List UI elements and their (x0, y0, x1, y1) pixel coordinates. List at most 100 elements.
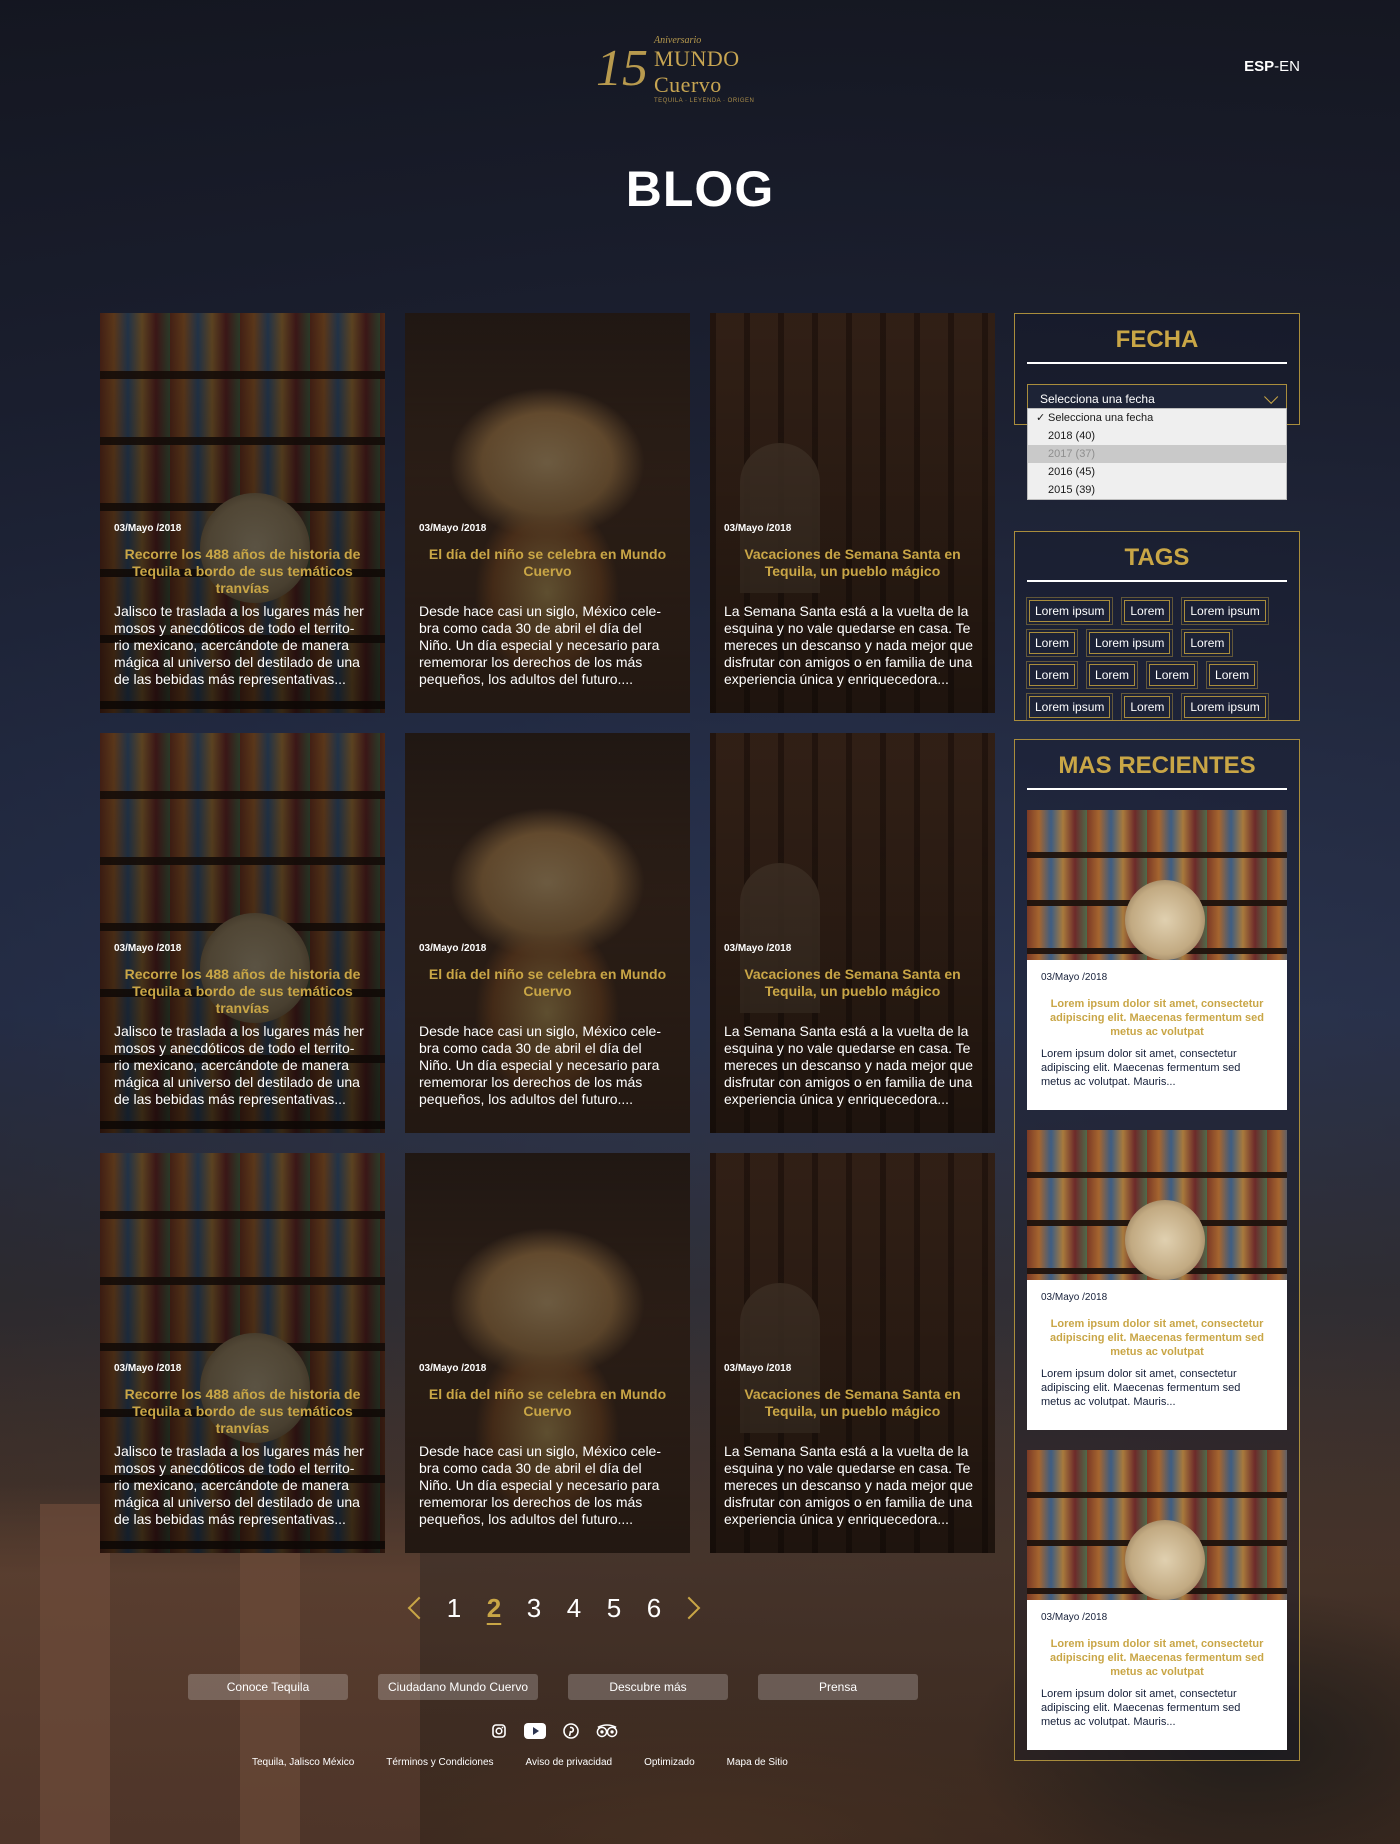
logo-text: Aniversario MUNDO Cuervo TEQUILA · LEYEN… (654, 35, 806, 104)
tag-chip[interactable]: Lorem (1086, 661, 1139, 689)
page-link[interactable]: 6 (634, 1593, 674, 1624)
card-title[interactable]: Vacaciones de Semana Santa en Tequila, u… (724, 546, 981, 597)
conoce-tequila-button[interactable]: Conoce Tequila (188, 1674, 348, 1700)
tag-chip[interactable]: Lorem ipsum (1025, 693, 1114, 721)
recent-posts-panel: MAS RECIENTES 03/Mayo /2018 Lorem ipsum … (1014, 739, 1300, 1761)
blog-card[interactable]: 03/Mayo /2018 El día del niño se celebra… (405, 313, 690, 713)
card-excerpt: Jalisco te traslada a los lugares más he… (114, 1023, 364, 1107)
tag-chip[interactable]: Lorem (1146, 661, 1199, 689)
footer-link-optimized[interactable]: Optimizado (644, 1757, 695, 1768)
logo-brand: MUNDO Cuervo (654, 45, 740, 97)
recent-post[interactable]: 03/Mayo /2018 Lorem ipsum dolor sit amet… (1027, 810, 1287, 1110)
social-links (488, 1720, 618, 1742)
recent-post[interactable]: 03/Mayo /2018 Lorem ipsum dolor sit amet… (1027, 1450, 1287, 1750)
card-title[interactable]: Recorre los 488 años de historia de Tequ… (114, 546, 371, 597)
blog-card-grid: 03/Mayo /2018 Recorre los 488 años de hi… (100, 313, 996, 1553)
page-title: BLOG (625, 161, 775, 217)
recent-heading: MAS RECIENTES (1027, 752, 1287, 790)
tag-chip[interactable]: Lorem (1121, 693, 1174, 721)
page-link[interactable]: 5 (594, 1593, 634, 1624)
recent-post-image (1027, 1450, 1287, 1600)
blog-card[interactable]: 03/Mayo /2018 Vacaciones de Semana Santa… (710, 1153, 995, 1553)
recent-post-excerpt: Lorem ipsum dolor sit amet, consectetur … (1041, 1688, 1241, 1728)
tags-panel: TAGS Lorem ipsum Lorem Lorem ipsum Lorem… (1014, 531, 1300, 721)
footer-links: Tequila, Jalisco México Términos y Condi… (252, 1757, 788, 1768)
tag-chip[interactable]: Lorem (1025, 629, 1079, 657)
date-option[interactable]: 2015 (39) (1028, 481, 1286, 499)
page-link-current[interactable]: 2 (474, 1593, 514, 1624)
logo-sub: TEQUILA · LEYENDA · ORIGEN (654, 97, 755, 104)
card-excerpt: La Semana Santa está a la vuelta de la e… (724, 1023, 974, 1107)
lang-en-link[interactable]: EN (1279, 58, 1300, 75)
tag-chip[interactable]: Lorem (1206, 661, 1259, 689)
pagination: 1 2 3 4 5 6 (404, 1588, 704, 1628)
blog-card[interactable]: 03/Mayo /2018 Vacaciones de Semana Santa… (710, 313, 995, 713)
recent-post-title[interactable]: Lorem ipsum dolor sit amet, consectetur … (1041, 1637, 1273, 1679)
card-excerpt: La Semana Santa está a la vuelta de la e… (724, 1443, 974, 1527)
lang-esp-link[interactable]: ESP (1244, 58, 1274, 75)
card-title[interactable]: El día del niño se celebra en Mundo Cuer… (419, 966, 676, 1017)
date-option[interactable]: Selecciona una fecha (1028, 409, 1286, 427)
card-title[interactable]: El día del niño se celebra en Mundo Cuer… (419, 546, 676, 597)
blog-card[interactable]: 03/Mayo /2018 El día del niño se celebra… (405, 733, 690, 1133)
recent-post-title[interactable]: Lorem ipsum dolor sit amet, consectetur … (1041, 1317, 1273, 1359)
page-link[interactable]: 4 (554, 1593, 594, 1624)
card-date: 03/Mayo /2018 (724, 1363, 792, 1374)
date-option[interactable]: 2016 (45) (1028, 463, 1286, 481)
card-date: 03/Mayo /2018 (114, 523, 182, 534)
footer-link-terms[interactable]: Términos y Condiciones (386, 1757, 493, 1768)
date-option[interactable]: 2017 (37) (1028, 445, 1286, 463)
recent-post-image (1027, 810, 1287, 960)
blog-card[interactable]: 03/Mayo /2018 El día del niño se celebra… (405, 1153, 690, 1553)
recent-post-date: 03/Mayo /2018 (1041, 1612, 1108, 1623)
footer-link-location[interactable]: Tequila, Jalisco México (252, 1757, 354, 1768)
blog-card[interactable]: 03/Mayo /2018 Recorre los 488 años de hi… (100, 1153, 385, 1553)
card-date: 03/Mayo /2018 (114, 1363, 182, 1374)
tag-chip[interactable]: Lorem ipsum (1086, 629, 1174, 657)
date-dropdown-menu: Selecciona una fecha 2018 (40) 2017 (37)… (1027, 408, 1287, 500)
card-date: 03/Mayo /2018 (419, 1363, 487, 1374)
brand-logo[interactable]: 15 Aniversario MUNDO Cuervo TEQUILA · LE… (596, 35, 806, 104)
card-title[interactable]: Recorre los 488 años de historia de Tequ… (114, 1386, 371, 1437)
footer-link-sitemap[interactable]: Mapa de Sitio (727, 1757, 788, 1768)
instagram-icon[interactable] (488, 1720, 510, 1742)
blog-card[interactable]: 03/Mayo /2018 Recorre los 488 años de hi… (100, 733, 385, 1133)
youtube-icon[interactable] (524, 1720, 546, 1742)
card-title[interactable]: Recorre los 488 años de historia de Tequ… (114, 966, 371, 1017)
chevron-down-icon (1264, 389, 1279, 404)
tag-chip[interactable]: Lorem ipsum (1181, 597, 1269, 625)
logo-numeral: 15 (596, 40, 648, 97)
card-excerpt: Jalisco te traslada a los lugares más he… (114, 603, 364, 687)
page-link[interactable]: 3 (514, 1593, 554, 1624)
ciudadano-button[interactable]: Ciudadano Mundo Cuervo (378, 1674, 538, 1700)
next-page-icon[interactable] (674, 1593, 704, 1623)
card-excerpt: Desde hace casi un siglo, México cele- b… (419, 1023, 662, 1107)
recent-post[interactable]: 03/Mayo /2018 Lorem ipsum dolor sit amet… (1027, 1130, 1287, 1430)
tag-chip[interactable]: Lorem (1181, 629, 1234, 657)
footer-buttons: Conoce Tequila Ciudadano Mundo Cuervo De… (188, 1674, 918, 1700)
tag-list: Lorem ipsum Lorem Lorem ipsum Lorem Lore… (1025, 597, 1287, 721)
fecha-heading: FECHA (1027, 326, 1287, 364)
prev-page-icon[interactable] (404, 1593, 434, 1623)
descubre-button[interactable]: Descubre más (568, 1674, 728, 1700)
blog-card[interactable]: 03/Mayo /2018 Recorre los 488 años de hi… (100, 313, 385, 713)
card-title[interactable]: Vacaciones de Semana Santa en Tequila, u… (724, 966, 981, 1017)
tag-chip[interactable]: Lorem ipsum (1025, 597, 1114, 625)
tags-heading: TAGS (1027, 544, 1287, 582)
card-date: 03/Mayo /2018 (724, 943, 792, 954)
tag-chip[interactable]: Lorem ipsum (1181, 693, 1269, 721)
blog-card[interactable]: 03/Mayo /2018 Vacaciones de Semana Santa… (710, 733, 995, 1133)
date-option[interactable]: 2018 (40) (1028, 427, 1286, 445)
tripadvisor-icon[interactable] (596, 1720, 618, 1742)
card-title[interactable]: Vacaciones de Semana Santa en Tequila, u… (724, 1386, 981, 1437)
tag-chip[interactable]: Lorem (1025, 661, 1079, 689)
language-switch: ESP-EN (1244, 58, 1300, 75)
footer-link-privacy[interactable]: Aviso de privacidad (526, 1757, 613, 1768)
card-title[interactable]: El día del niño se celebra en Mundo Cuer… (419, 1386, 676, 1437)
tag-chip[interactable]: Lorem (1121, 597, 1174, 625)
recent-post-title[interactable]: Lorem ipsum dolor sit amet, consectetur … (1041, 997, 1273, 1039)
prensa-button[interactable]: Prensa (758, 1674, 918, 1700)
pinterest-icon[interactable] (560, 1720, 582, 1742)
page-link[interactable]: 1 (434, 1593, 474, 1624)
card-excerpt: Desde hace casi un siglo, México cele- b… (419, 603, 662, 687)
